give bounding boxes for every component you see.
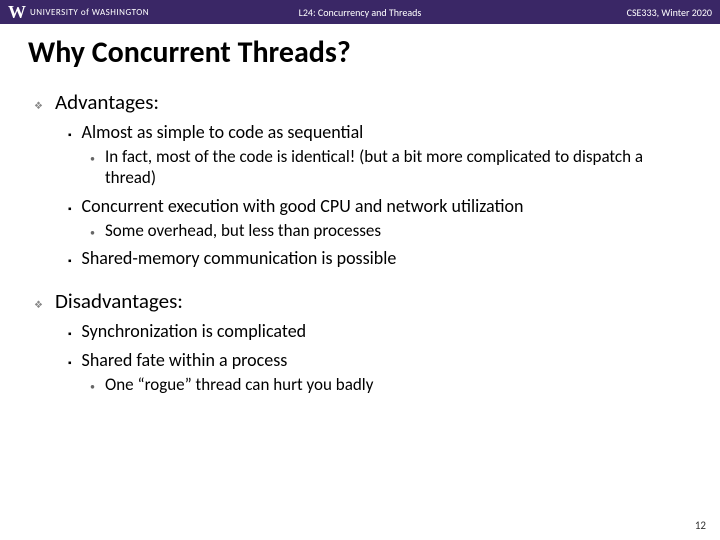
square-bullet-icon: ▪ [68, 354, 72, 372]
subitem-text: One “rogue” thread can hurt you badly [105, 374, 373, 395]
item-text: Almost as simple to code as sequential [82, 121, 364, 143]
square-bullet-icon: ▪ [68, 126, 72, 144]
slide-header: W UNIVERSITY of WASHINGTON L24: Concurre… [0, 0, 720, 24]
list-item: ▪ Synchronization is complicated [68, 320, 692, 343]
subitem-text: Some overhead, but less than processes [105, 220, 381, 241]
square-bullet-icon: ▪ [68, 200, 72, 218]
section-disadvantages: ❖ Disadvantages: ▪ Synchronization is co… [34, 288, 692, 395]
item-text: Synchronization is complicated [82, 320, 307, 342]
section-heading: Disadvantages: [55, 288, 183, 314]
course-id: CSE333, Winter 2020 [627, 6, 712, 19]
list-item: ▪ Shared fate within a process • One “ro… [68, 349, 692, 395]
uw-logo: W UNIVERSITY of WASHINGTON [8, 3, 149, 21]
diamond-bullet-icon: ❖ [34, 296, 43, 314]
list-item: ▪ Almost as simple to code as sequential… [68, 121, 692, 189]
section-heading: Advantages: [55, 89, 159, 115]
page-number: 12 [695, 519, 706, 532]
list-item: ▪ Concurrent execution with good CPU and… [68, 195, 692, 241]
subitem: • One “rogue” thread can hurt you badly [90, 374, 692, 395]
subitem-text: In fact, most of the code is identical! … [105, 146, 692, 189]
item-text: Shared fate within a process [82, 349, 288, 371]
subitem: • In fact, most of the code is identical… [90, 146, 692, 189]
item-text: Shared-memory communication is possible [82, 247, 397, 269]
page-title: Why Concurrent Threads? [28, 34, 692, 71]
section-advantages: ❖ Advantages: ▪ Almost as simple to code… [34, 89, 692, 270]
item-text: Concurrent execution with good CPU and n… [82, 195, 524, 217]
square-bullet-icon: ▪ [68, 252, 72, 270]
uw-w-icon: W [8, 3, 26, 21]
dot-bullet-icon: • [90, 225, 95, 241]
diamond-bullet-icon: ❖ [34, 97, 43, 115]
subitem: • Some overhead, but less than processes [90, 220, 692, 241]
list-item: ▪ Shared-memory communication is possibl… [68, 247, 692, 270]
dot-bullet-icon: • [90, 379, 95, 395]
lecture-title: L24: Concurrency and Threads [299, 6, 422, 19]
slide-content: Why Concurrent Threads? ❖ Advantages: ▪ … [0, 24, 720, 395]
uw-text: UNIVERSITY of WASHINGTON [30, 7, 149, 18]
dot-bullet-icon: • [90, 151, 95, 167]
square-bullet-icon: ▪ [68, 325, 72, 343]
